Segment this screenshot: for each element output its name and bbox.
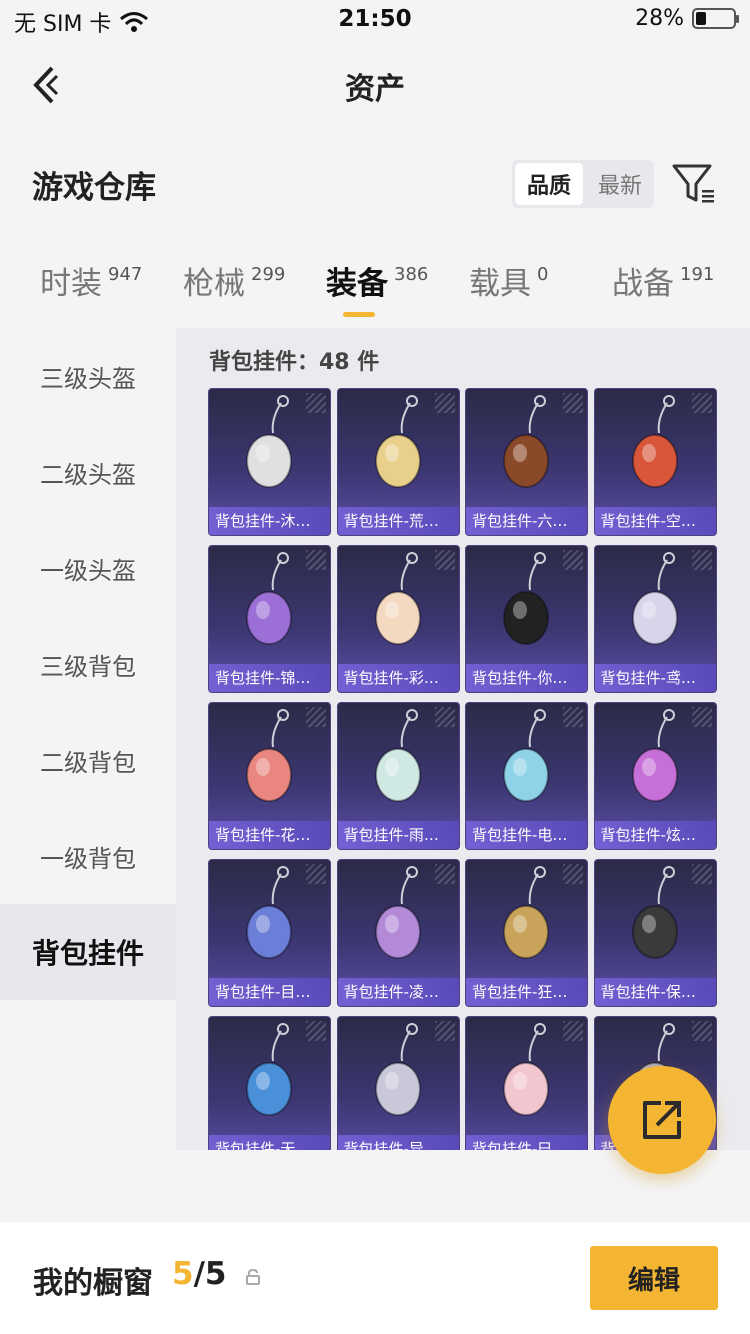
tab-vehicles[interactable]: 载具 0 (469, 258, 548, 303)
category-tabs: 时装 947 枪械 299 装备 386 载具 0 战备 191 (0, 258, 750, 318)
cat-charm-icon (246, 395, 292, 488)
blade-charm-icon (503, 866, 549, 959)
share-button[interactable] (608, 1066, 716, 1174)
tab-active-indicator (343, 312, 375, 317)
sidebar-item-helmet-3[interactable]: 三级头盔 (0, 328, 176, 424)
battery-icon (692, 8, 739, 29)
item-card[interactable]: 背包挂件-雨… (336, 702, 460, 850)
item-card[interactable]: 背包挂件-六… (465, 388, 588, 536)
tab-fashion[interactable]: 时装 947 (40, 258, 142, 303)
omamori-charm-icon (246, 709, 292, 802)
item-card[interactable]: 背包挂件-彩… (336, 545, 460, 693)
battery-percent: 28% (635, 6, 684, 31)
showcase-separator: / (193, 1256, 205, 1292)
item-card[interactable]: 背包挂件-空… (593, 388, 717, 536)
filter-button[interactable] (670, 160, 720, 208)
item-card[interactable]: 背包挂件-花… (208, 702, 331, 850)
showcase-title: 我的橱窗 (33, 1266, 153, 1301)
feather-charm-icon (246, 552, 292, 645)
item-card-label: 背包挂件-鸢… (594, 664, 716, 692)
sort-newest-button[interactable]: 最新 (586, 160, 654, 208)
bird-charm-icon (503, 395, 549, 488)
items-count-label: 背包挂件：48 件 (209, 350, 380, 375)
item-card-label: 背包挂件-电… (466, 821, 587, 849)
sidebar-item-backpack-1[interactable]: 一级背包 (0, 808, 176, 904)
item-card-label: 背包挂件-你… (466, 664, 587, 692)
sun-charm-icon (374, 395, 421, 488)
item-card-label: 背包挂件-保… (594, 978, 716, 1006)
wings-charm-icon (374, 1023, 421, 1116)
share-icon (643, 1101, 681, 1139)
sidebar-item-backpack-3[interactable]: 三级背包 (0, 616, 176, 712)
status-bar: 无 SIM 卡 21:50 28% (0, 0, 750, 40)
arcade-charm-icon (503, 709, 549, 802)
lock-icon (246, 1268, 260, 1285)
icecream-charm-icon (374, 552, 421, 645)
wand-charm-icon (374, 709, 421, 802)
gem-charm-icon (246, 1023, 292, 1116)
item-card-label: 背包挂件-花… (209, 821, 330, 849)
page-nav-title: 资产 (345, 72, 405, 107)
showcase-total: 5 (204, 1256, 227, 1292)
item-card-label: 背包挂件-荒… (337, 507, 459, 535)
butterfly-charm-icon (631, 552, 678, 645)
filter-icon (672, 164, 714, 203)
item-card-label: 背包挂件-目… (209, 978, 330, 1006)
item-card-label: 背包挂件-凌… (337, 978, 459, 1006)
tab-supplies[interactable]: 战备 191 (612, 258, 714, 303)
item-card-label: 背包挂件-炫… (594, 821, 716, 849)
tab-firearms[interactable]: 枪械 299 (183, 258, 285, 303)
sort-toggle: 品质 最新 (512, 160, 654, 208)
item-card[interactable]: 背包挂件-电… (465, 702, 588, 850)
item-card[interactable]: 背包挂件-炫… (593, 702, 717, 850)
candy-charm-icon (631, 709, 678, 802)
edit-button[interactable]: 编辑 (590, 1246, 718, 1310)
item-card[interactable]: 背包挂件-保… (593, 859, 717, 1007)
item-card[interactable]: 背包挂件-荒… (336, 388, 460, 536)
item-card[interactable]: 背包挂件-锦… (208, 545, 331, 693)
item-card-label: 背包挂件-彩… (337, 664, 459, 692)
item-card[interactable]: 背包挂件-目… (208, 859, 331, 1007)
item-card-label: 背包挂件-锦… (209, 664, 330, 692)
item-card[interactable]: 背包挂件-沐… (208, 388, 331, 536)
lighter-charm-icon (631, 866, 678, 959)
item-card[interactable]: 背包挂件-无… (208, 1016, 331, 1150)
item-card-label: 背包挂件-异… (337, 1135, 459, 1150)
page-title: 游戏仓库 (32, 170, 156, 206)
item-card-label: 背包挂件-六… (466, 507, 587, 535)
sidebar-item-backpack-2[interactable]: 二级背包 (0, 712, 176, 808)
pistol-charm-icon (631, 395, 678, 488)
item-card[interactable]: 背包挂件-鸢… (593, 545, 717, 693)
sidebar-item-backpack-charm[interactable]: 背包挂件 (0, 904, 176, 1000)
item-card[interactable]: 背包挂件-异… (336, 1016, 460, 1150)
showcase-count: 5/5 (172, 1256, 226, 1292)
item-card-label: 背包挂件-巳… (466, 1135, 587, 1150)
sidebar-item-helmet-2[interactable]: 二级头盔 (0, 424, 176, 520)
crescent-charm-icon (374, 866, 421, 959)
item-card-label: 背包挂件-无… (209, 1135, 330, 1150)
item-card-label: 背包挂件-沐… (209, 507, 330, 535)
item-card[interactable]: 背包挂件-你… (465, 545, 588, 693)
sort-quality-button[interactable]: 品质 (515, 163, 583, 205)
fox-charm-icon (503, 1023, 549, 1116)
showcase-bar: 我的橱窗 5/5 编辑 (0, 1222, 750, 1334)
item-card-label: 背包挂件-狂… (466, 978, 587, 1006)
showcase-current: 5 (172, 1256, 194, 1292)
item-card-label: 背包挂件-雨… (337, 821, 459, 849)
item-card[interactable]: 背包挂件-凌… (336, 859, 460, 1007)
battery-fill (696, 12, 707, 25)
item-card[interactable]: 背包挂件-巳… (465, 1016, 588, 1150)
item-card-label: 背包挂件-空… (594, 507, 716, 535)
tab-equipment[interactable]: 装备 386 (326, 258, 428, 303)
penguin-charm-icon (503, 552, 549, 645)
item-card[interactable]: 背包挂件-狂… (465, 859, 588, 1007)
sidebar: 三级头盔 二级头盔 一级头盔 三级背包 二级背包 一级背包 背包挂件 (0, 328, 176, 1188)
sidebar-item-helmet-1[interactable]: 一级头盔 (0, 520, 176, 616)
items-panel: 背包挂件：48 件 背包挂件-沐… 背包挂件-荒… 背包挂件-六… 背包挂件-空… 背包… (176, 328, 750, 1150)
ring-charm-icon (246, 866, 292, 959)
